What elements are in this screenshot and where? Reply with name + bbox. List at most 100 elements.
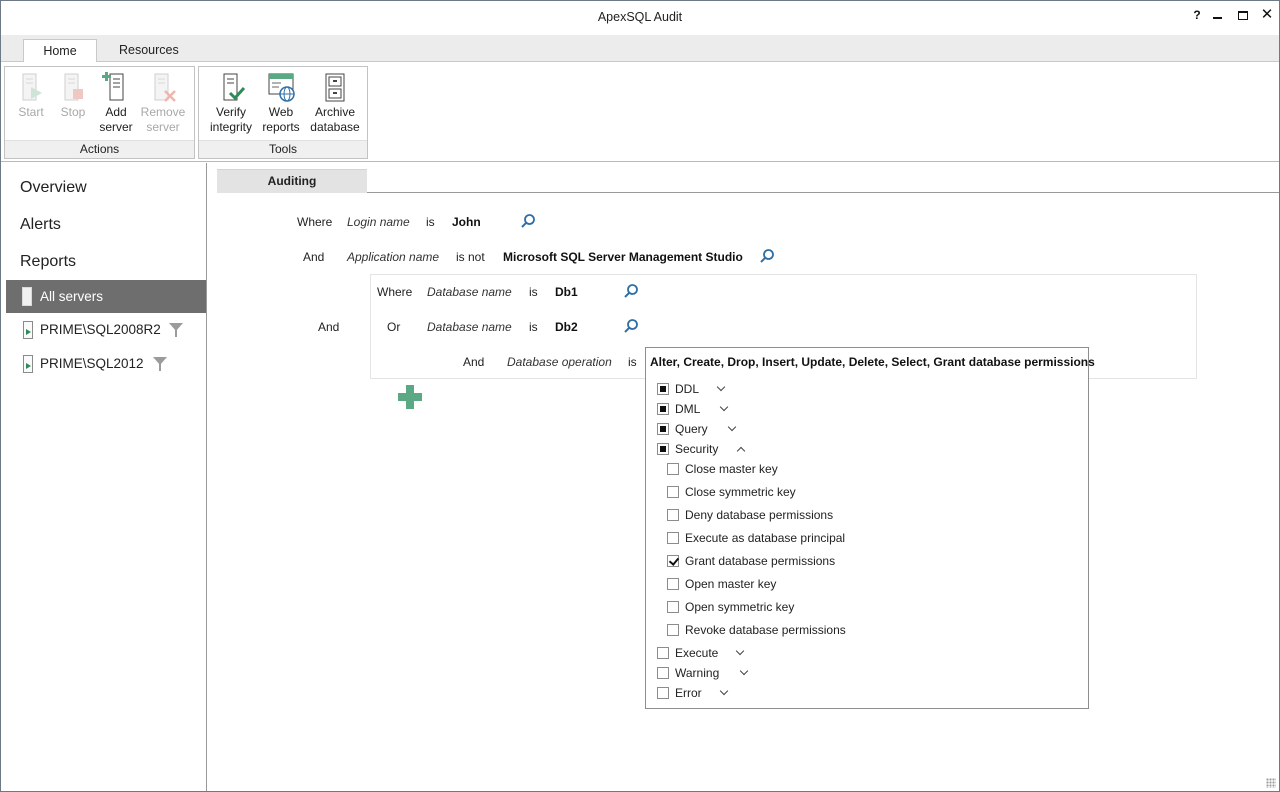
- filter-field[interactable]: Database name: [427, 285, 512, 299]
- item-label: Grant database permissions: [685, 554, 836, 568]
- category-label: DML: [675, 402, 701, 416]
- category-label: Security: [675, 442, 719, 456]
- filter-operator[interactable]: is: [426, 215, 435, 229]
- close-icon: ✕: [1260, 6, 1274, 23]
- category-label: Warning: [675, 666, 720, 680]
- tab-home[interactable]: Home: [23, 39, 97, 63]
- filter-value[interactable]: Db1: [555, 285, 578, 299]
- search-icon[interactable]: [623, 283, 639, 299]
- filter-operator[interactable]: is: [529, 320, 538, 334]
- checkbox[interactable]: [667, 486, 679, 498]
- category-label: DDL: [675, 382, 700, 396]
- filter-value[interactable]: Db2: [555, 320, 578, 334]
- checkbox[interactable]: [667, 601, 679, 613]
- resize-grip-icon[interactable]: [1266, 778, 1276, 788]
- chevron-down-icon[interactable]: [739, 666, 749, 676]
- checkbox[interactable]: [657, 383, 669, 395]
- chevron-down-icon[interactable]: [716, 382, 726, 392]
- remove-server-line1: Remove: [140, 105, 186, 119]
- archive-database-button[interactable]: Archive database: [309, 71, 361, 135]
- add-server-line1: Add: [105, 105, 127, 119]
- checkbox[interactable]: [657, 667, 669, 679]
- nav-reports[interactable]: Reports: [20, 253, 76, 271]
- search-icon[interactable]: [520, 213, 536, 229]
- ribbon: Start Stop Add server Remove server Acti…: [1, 62, 1279, 162]
- checkbox[interactable]: [667, 463, 679, 475]
- verify-integrity-icon: [223, 73, 246, 101]
- tools-group-label: Tools: [199, 140, 367, 158]
- filter-value[interactable]: John: [452, 215, 481, 229]
- checkbox[interactable]: [657, 687, 669, 699]
- filter-value[interactable]: Microsoft SQL Server Management Studio: [503, 250, 743, 264]
- verify-integrity-button[interactable]: Verify integrity: [208, 71, 254, 135]
- ribbon-group-actions: Start Stop Add server Remove server Acti…: [4, 66, 195, 159]
- web-reports-button[interactable]: Web reports: [259, 71, 303, 135]
- checkbox[interactable]: [657, 443, 669, 455]
- filter-conjunction[interactable]: Where: [377, 285, 412, 299]
- chevron-down-icon[interactable]: [719, 402, 729, 412]
- checkbox[interactable]: [657, 423, 669, 435]
- filter-operator[interactable]: is: [529, 285, 538, 299]
- stop-button[interactable]: Stop: [57, 71, 89, 120]
- nav-alerts[interactable]: Alerts: [20, 216, 61, 234]
- chevron-down-icon[interactable]: [735, 646, 745, 656]
- tab-resources[interactable]: Resources: [105, 39, 193, 63]
- close-button[interactable]: ✕: [1255, 5, 1279, 25]
- server-remove-icon: [154, 73, 176, 102]
- chevron-down-icon[interactable]: [719, 686, 729, 696]
- add-server-line2: server: [99, 120, 133, 134]
- server-item-sql2008r2[interactable]: PRIME\SQL2008R2: [6, 315, 206, 345]
- web-reports-icon: [268, 73, 295, 102]
- database-operation-dropdown[interactable]: Alter, Create, Drop, Insert, Update, Del…: [645, 347, 1095, 709]
- filter-field[interactable]: Database name: [427, 320, 512, 334]
- checkbox[interactable]: [667, 578, 679, 590]
- item-label: Close symmetric key: [685, 485, 796, 499]
- filter-conjunction[interactable]: Where: [297, 215, 332, 229]
- checkbox[interactable]: [657, 647, 669, 659]
- nav-overview[interactable]: Overview: [20, 179, 87, 197]
- item-label: Execute as database principal: [685, 531, 846, 545]
- maximize-button[interactable]: [1231, 5, 1255, 25]
- search-icon[interactable]: [623, 318, 639, 334]
- filter-icon[interactable]: [169, 323, 183, 337]
- web-reports-line2: reports: [262, 120, 300, 134]
- tab-divider: [367, 192, 1279, 193]
- chevron-down-icon[interactable]: [727, 422, 737, 432]
- server-item-sql2012[interactable]: PRIME\SQL2012: [6, 349, 206, 379]
- filter-field[interactable]: Application name: [347, 250, 439, 264]
- filter-conjunction[interactable]: Or: [387, 320, 400, 334]
- filter-conjunction[interactable]: And: [303, 250, 324, 264]
- group-conjunction[interactable]: And: [318, 320, 339, 334]
- checkbox[interactable]: [667, 555, 679, 567]
- filter-conjunction[interactable]: And: [463, 355, 484, 369]
- filter-icon[interactable]: [153, 357, 167, 371]
- app-window: ApexSQL Audit ? ✕ Home Resources Start S…: [0, 0, 1280, 792]
- checkbox[interactable]: [667, 509, 679, 521]
- ribbon-tab-bar: Home Resources: [1, 35, 1279, 63]
- remove-server-line2: server: [146, 120, 180, 134]
- server-running-icon: [23, 321, 33, 339]
- filter-field[interactable]: Login name: [347, 215, 410, 229]
- start-button[interactable]: Start: [15, 71, 47, 120]
- checkbox[interactable]: [667, 624, 679, 636]
- maximize-icon: [1238, 11, 1248, 21]
- checkbox[interactable]: [667, 532, 679, 544]
- tab-auditing[interactable]: Auditing: [217, 169, 367, 193]
- server-item-all-servers[interactable]: All servers: [6, 280, 206, 313]
- remove-server-button[interactable]: Remove server: [140, 71, 186, 135]
- actions-group-label: Actions: [5, 140, 194, 158]
- filter-operator[interactable]: is: [628, 355, 637, 369]
- checkbox[interactable]: [657, 403, 669, 415]
- server-running-icon: [23, 355, 33, 373]
- verify-line2: integrity: [209, 120, 253, 134]
- search-icon[interactable]: [759, 248, 775, 264]
- add-server-button[interactable]: Add server: [98, 71, 134, 135]
- stop-label: Stop: [60, 105, 86, 119]
- archive-line1: Archive: [314, 105, 355, 119]
- minimize-button[interactable]: [1205, 5, 1229, 25]
- add-condition-icon[interactable]: [398, 385, 422, 409]
- chevron-up-icon[interactable]: [736, 446, 746, 456]
- filter-operator[interactable]: is not: [456, 250, 485, 264]
- item-label: Close master key: [685, 462, 778, 476]
- filter-field[interactable]: Database operation: [507, 355, 612, 369]
